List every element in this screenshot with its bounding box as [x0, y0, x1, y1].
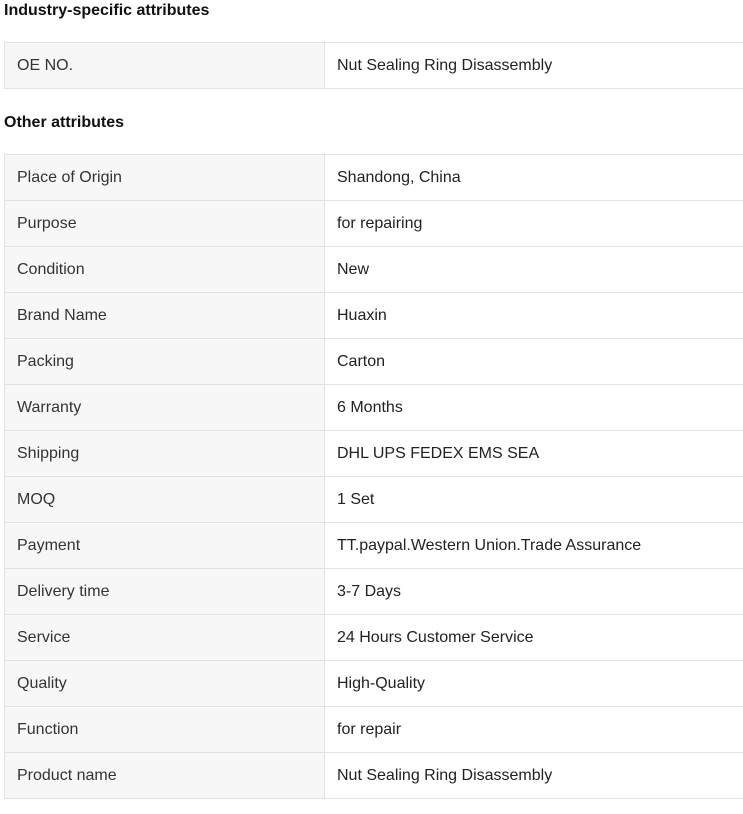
attribute-row: Condition New [4, 246, 743, 293]
attribute-row: Quality High-Quality [4, 660, 743, 707]
attribute-key: Brand Name [4, 292, 325, 339]
attribute-key: Condition [4, 246, 325, 293]
other-attributes-body: Place of Origin Shandong, China Purpose for… [4, 154, 743, 799]
attribute-value: Huaxin [324, 292, 743, 339]
attribute-row: Packing Carton [4, 338, 743, 385]
attribute-row: Brand Name Huaxin [4, 292, 743, 339]
other-attributes-table: Place of Origin Shandong, China Purpose for… [4, 154, 743, 799]
attribute-value: High-Quality [324, 660, 743, 707]
attribute-value: 1 Set [324, 476, 743, 523]
attribute-key: Purpose [4, 200, 325, 247]
attribute-key: Service [4, 614, 325, 661]
attribute-value: for repair [324, 706, 743, 753]
attribute-value: Carton [324, 338, 743, 385]
attribute-value: Shandong, China [324, 154, 743, 201]
attribute-row: MOQ 1 Set [4, 476, 743, 523]
attribute-key: Function [4, 706, 325, 753]
other-attributes-title: Other attributes [4, 114, 125, 131]
attribute-row: OE NO. Nut Sealing Ring Disassembly [4, 42, 743, 89]
attribute-value: DHL UPS FEDEX EMS SEA [324, 430, 743, 477]
attribute-key: MOQ [4, 476, 325, 523]
attribute-row: Purpose for repairing [4, 200, 743, 247]
attribute-value: 6 Months [324, 384, 743, 431]
attribute-value: for repairing [324, 200, 743, 247]
attribute-value: Nut Sealing Ring Disassembly [324, 752, 743, 799]
attribute-value: Nut Sealing Ring Disassembly [324, 42, 743, 89]
attribute-key: Place of Origin [4, 154, 325, 201]
attribute-key: Quality [4, 660, 325, 707]
attribute-row: Payment TT.paypal.Western Union.Trade Ass… [4, 522, 743, 569]
attribute-row: Warranty 6 Months [4, 384, 743, 431]
attribute-value: 3-7 Days [324, 568, 743, 615]
attribute-row: Service 24 Hours Customer Service [4, 614, 743, 661]
attribute-value: 24 Hours Customer Service [324, 614, 743, 661]
attribute-row: Place of Origin Shandong, China [4, 154, 743, 201]
attribute-value: TT.paypal.Western Union.Trade Assurance [324, 522, 743, 569]
attribute-key: Warranty [4, 384, 325, 431]
attribute-row: Product name Nut Sealing Ring Disassembly [4, 752, 743, 799]
attribute-row: Shipping DHL UPS FEDEX EMS SEA [4, 430, 743, 477]
attribute-key: Product name [4, 752, 325, 799]
industry-attributes-body: OE NO. Nut Sealing Ring Disassembly [4, 42, 743, 89]
attribute-key: Shipping [4, 430, 325, 477]
industry-attributes-title: Industry-specific attributes [4, 2, 210, 19]
attribute-row: Delivery time 3-7 Days [4, 568, 743, 615]
attribute-value: New [324, 246, 743, 293]
attribute-key: Payment [4, 522, 325, 569]
attribute-key: Delivery time [4, 568, 325, 615]
attribute-row: Function for repair [4, 706, 743, 753]
attribute-key: OE NO. [4, 42, 325, 89]
industry-attributes-table: OE NO. Nut Sealing Ring Disassembly [4, 42, 743, 89]
attribute-key: Packing [4, 338, 325, 385]
